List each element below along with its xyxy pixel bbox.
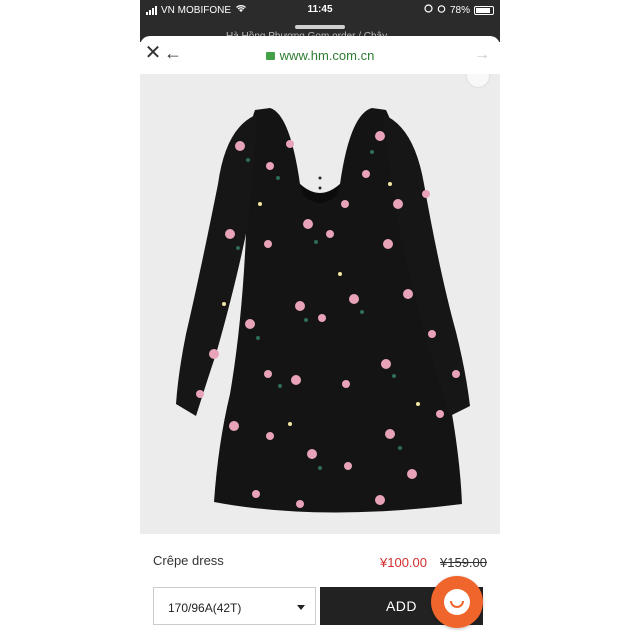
battery-icon [474, 5, 494, 15]
sheet-grabber[interactable] [295, 25, 345, 29]
url-field[interactable]: www.hm.com.cn [140, 48, 500, 63]
battery-percent: 78% [449, 4, 470, 16]
status-right: 78% [424, 4, 494, 16]
url-text: www.hm.com.cn [279, 48, 375, 63]
product-image[interactable] [140, 74, 500, 534]
chat-face-icon[interactable] [431, 576, 483, 628]
sale-price: ¥100.00 [380, 555, 427, 570]
status-bar: VN MOBIFONE 11:45 78% [140, 0, 500, 20]
product-info: Crêpe dress ¥100.00 ¥159.00 170/96A(42T)… [140, 536, 500, 640]
lock-rotation-icon [424, 4, 433, 16]
browser-sheet: ✕ ← www.hm.com.cn → Crêpe dress ¥100.00 … [140, 36, 500, 640]
size-select-value: 170/96A(42T) [168, 601, 242, 615]
phone-screen: VN MOBIFONE 11:45 78% Hà Hồng Phượng Gom… [140, 0, 500, 640]
lock-icon [265, 52, 275, 60]
alarm-icon [437, 4, 446, 16]
product-name: Crêpe dress [153, 553, 224, 568]
browser-toolbar: ✕ ← www.hm.com.cn → [140, 36, 500, 76]
chevron-down-icon [297, 605, 305, 610]
dress-illustration [176, 108, 470, 513]
size-select[interactable]: 170/96A(42T) [153, 587, 316, 625]
original-price: ¥159.00 [440, 555, 487, 570]
forward-arrow-icon[interactable]: → [474, 46, 490, 64]
